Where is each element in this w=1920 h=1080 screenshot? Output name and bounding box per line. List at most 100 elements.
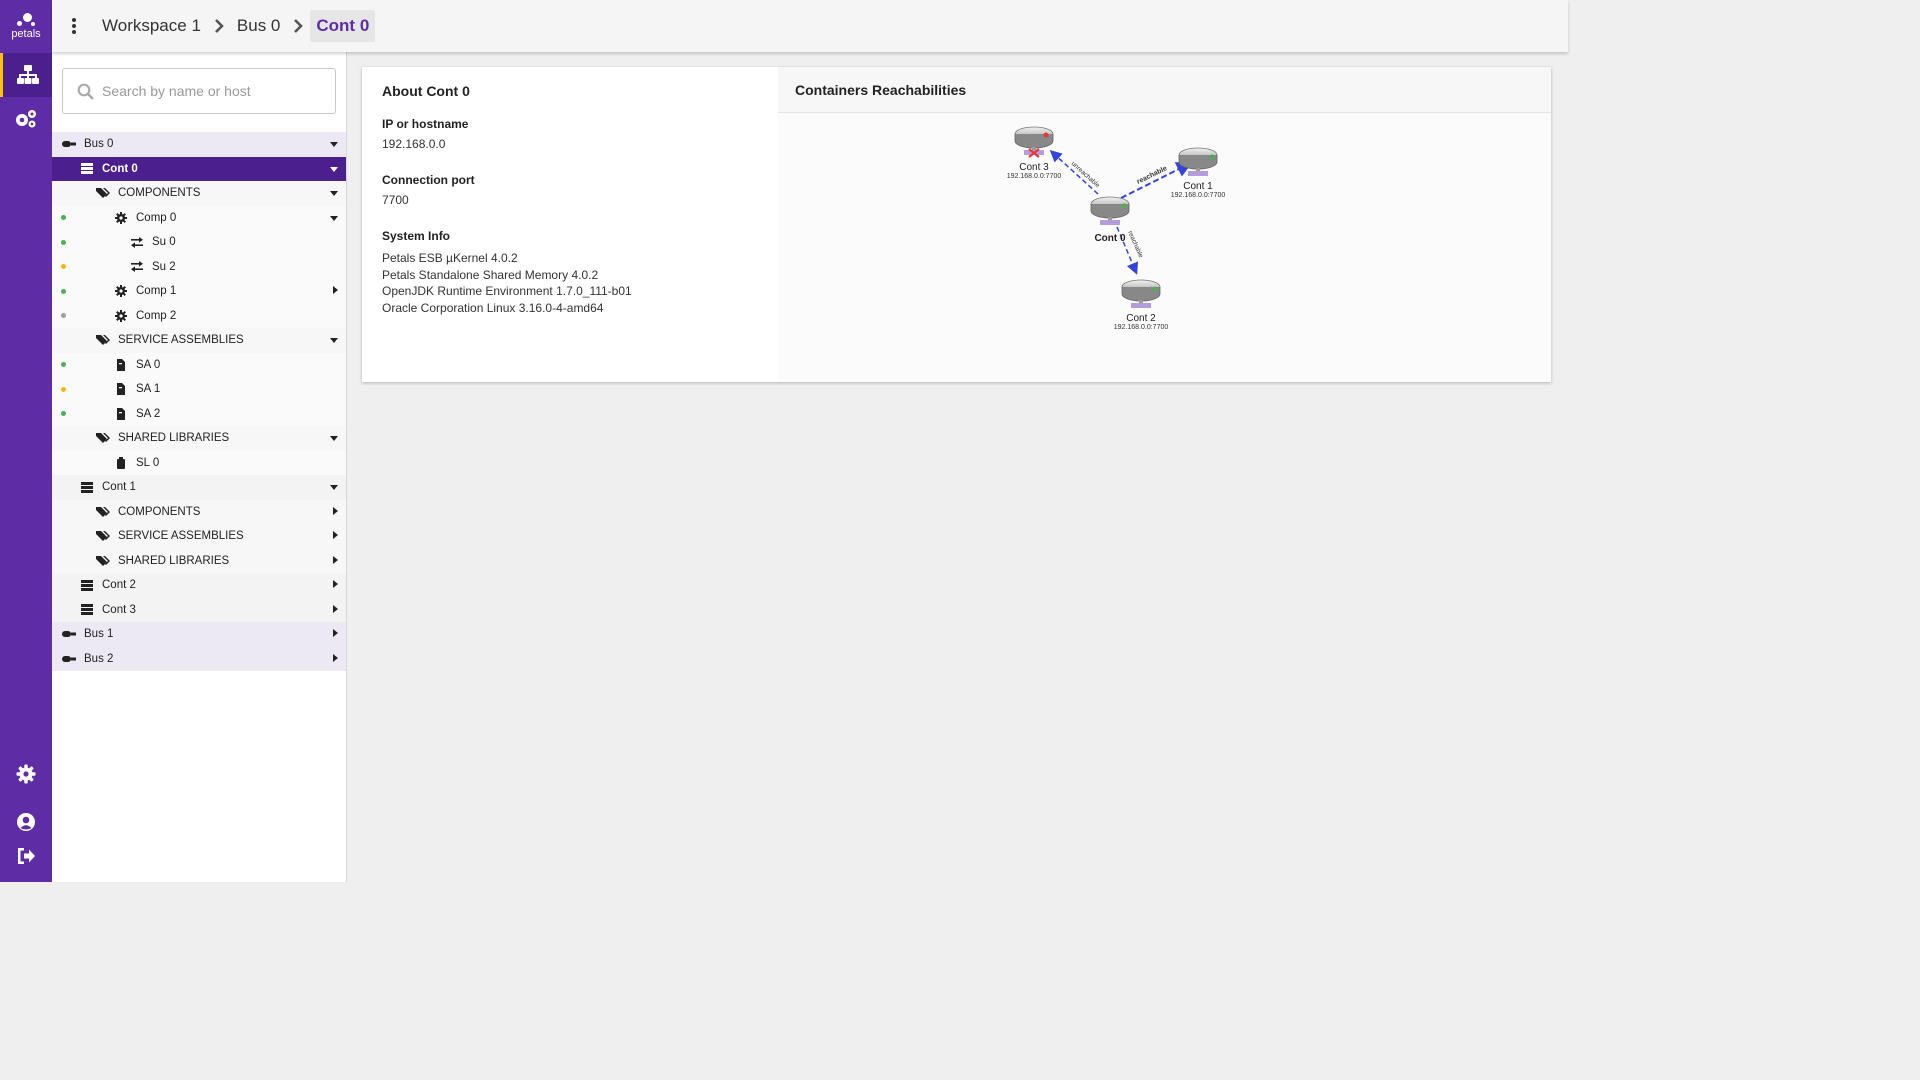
search-box[interactable] — [62, 68, 336, 114]
left-rail: petals — [0, 0, 52, 882]
tree-item-bus-2[interactable]: Bus 2 — [52, 646, 346, 671]
breadcrumb-workspace[interactable]: Workspace 1 — [96, 10, 207, 42]
topology-nav-button[interactable] — [0, 53, 52, 97]
server-icon — [80, 578, 94, 592]
status-dot — [61, 386, 66, 392]
cog-icon — [114, 211, 128, 225]
caret-down-icon[interactable] — [330, 138, 338, 150]
caret-down-icon[interactable] — [330, 187, 338, 199]
sign-out-icon — [18, 848, 35, 864]
tree-item-label: Comp 0 — [136, 211, 177, 224]
caret-right-icon[interactable] — [333, 530, 338, 542]
workspace-tree: Bus 0 Cont 0 COMPONENTS Comp 0 Su 0 Su 2 Comp … — [52, 132, 346, 671]
status-dot — [61, 411, 66, 417]
tree-item-label: Bus 0 — [84, 138, 114, 151]
tree-item-label: SHARED LIBRARIES — [118, 432, 230, 445]
tree-item-label: Comp 2 — [136, 309, 177, 322]
caret-right-icon[interactable] — [333, 506, 338, 518]
tree-item-cont-2[interactable]: Cont 2 — [52, 573, 346, 598]
chevron-right-icon — [286, 19, 310, 33]
status-dot — [61, 362, 66, 368]
tree-item-label: Bus 2 — [84, 652, 114, 665]
bus-icon — [62, 137, 76, 151]
status-dot — [61, 313, 66, 319]
sysinfo-line: OpenJDK Runtime Environment 1.7.0_111-b0… — [382, 284, 632, 298]
caret-down-icon[interactable] — [330, 212, 338, 224]
ip-value: 192.168.0.0 — [382, 137, 446, 151]
tags-icon — [96, 529, 110, 543]
link-label: unreachable — [1070, 160, 1102, 189]
caret-right-icon[interactable] — [333, 653, 338, 665]
logout-button[interactable] — [0, 834, 52, 878]
top-bar: Workspace 1 Bus 0 Cont 0 — [52, 0, 1568, 52]
tree-item-service-assemblies[interactable]: SERVICE ASSEMBLIES — [52, 328, 346, 353]
tree-item-comp-1[interactable]: Comp 1 — [52, 279, 346, 304]
tree-item-label: Comp 1 — [136, 285, 177, 298]
vertical-dots-icon — [72, 18, 76, 34]
tree-item-service-assemblies[interactable]: SERVICE ASSEMBLIES — [52, 524, 346, 549]
breadcrumb-bus[interactable]: Bus 0 — [231, 10, 286, 42]
tree-item-cont-1[interactable]: Cont 1 — [52, 475, 346, 500]
tree-item-comp-2[interactable]: Comp 2 — [52, 303, 346, 328]
node-cont1[interactable]: Cont 1 192.168.0.0:7700 — [1171, 147, 1226, 199]
node-label: Cont 2 — [1126, 313, 1156, 324]
container-details-card: About Cont 0 IP or hostname 192.168.0.0 … — [362, 67, 1551, 382]
tree-item-bus-1[interactable]: Bus 1 — [52, 622, 346, 647]
reachability-graph[interactable]: reachable reachable unreachable Cont 3 1… — [778, 114, 1551, 382]
tree-item-sa-1[interactable]: SA 1 — [52, 377, 346, 402]
sysinfo-line: Oracle Corporation Linux 3.16.0-4-amd64 — [382, 300, 604, 315]
file-icon — [114, 382, 128, 396]
caret-right-icon[interactable] — [333, 628, 338, 640]
tree-item-label: SL 0 — [136, 456, 160, 469]
tree-item-shared-libraries[interactable]: SHARED LIBRARIES — [52, 548, 346, 573]
tree-item-sl-0[interactable]: SL 0 — [52, 450, 346, 475]
tree-item-su-0[interactable]: Su 0 — [52, 230, 346, 255]
cog-icon — [114, 309, 128, 323]
tree-item-cont-3[interactable]: Cont 3 — [52, 597, 346, 622]
tree-item-su-2[interactable]: Su 2 — [52, 254, 346, 279]
node-address: 192.168.0.0:7700 — [1007, 173, 1062, 180]
tree-item-label: Cont 2 — [102, 579, 136, 592]
about-panel: About Cont 0 IP or hostname 192.168.0.0 … — [362, 67, 778, 382]
petals-logo[interactable]: petals — [0, 0, 52, 52]
node-cont2[interactable]: Cont 2 192.168.0.0:7700 — [1114, 279, 1169, 331]
server-icon — [80, 162, 94, 176]
server-icon — [80, 603, 94, 617]
tree-item-comp-0[interactable]: Comp 0 — [52, 205, 346, 230]
tree-item-shared-libraries[interactable]: SHARED LIBRARIES — [52, 426, 346, 451]
ip-label: IP or hostname — [382, 117, 469, 131]
sysinfo-line: Petals ESB µKernel 4.0.2 — [382, 251, 518, 265]
caret-right-icon[interactable] — [333, 604, 338, 616]
caret-right-icon[interactable] — [333, 285, 338, 297]
tree-item-label: Bus 1 — [84, 628, 114, 641]
tree-item-bus-0[interactable]: Bus 0 — [52, 132, 346, 157]
caret-down-icon[interactable] — [330, 432, 338, 444]
tree-item-label: SHARED LIBRARIES — [118, 554, 230, 567]
tree-item-components[interactable]: COMPONENTS — [52, 181, 346, 206]
tree-item-label: SERVICE ASSEMBLIES — [118, 334, 244, 347]
caret-down-icon[interactable] — [330, 334, 338, 346]
more-menu-button[interactable] — [52, 0, 96, 52]
breadcrumb-container[interactable]: Cont 0 — [310, 10, 376, 42]
exchange-icon — [130, 235, 144, 249]
search-input[interactable] — [102, 83, 322, 99]
tags-icon — [96, 505, 110, 519]
admin-nav-button[interactable] — [0, 97, 52, 141]
tree-item-cont-0[interactable]: Cont 0 — [52, 156, 346, 181]
status-dot — [61, 264, 66, 270]
tree-item-sa-2[interactable]: SA 2 — [52, 401, 346, 426]
caret-down-icon[interactable] — [330, 481, 338, 493]
tree-item-sa-0[interactable]: SA 0 — [52, 352, 346, 377]
petals-logo-mark — [15, 12, 37, 27]
node-cont0[interactable]: Cont 0 — [1090, 196, 1130, 244]
caret-right-icon[interactable] — [333, 579, 338, 591]
tree-item-label: Cont 3 — [102, 603, 136, 616]
tree-item-label: COMPONENTS — [118, 505, 201, 518]
caret-right-icon[interactable] — [333, 555, 338, 567]
settings-button[interactable] — [0, 752, 52, 796]
tree-item-components[interactable]: COMPONENTS — [52, 499, 346, 524]
file-icon — [114, 407, 128, 421]
port-label: Connection port — [382, 173, 475, 187]
node-label: Cont 1 — [1183, 181, 1213, 192]
caret-down-icon[interactable] — [330, 163, 338, 175]
